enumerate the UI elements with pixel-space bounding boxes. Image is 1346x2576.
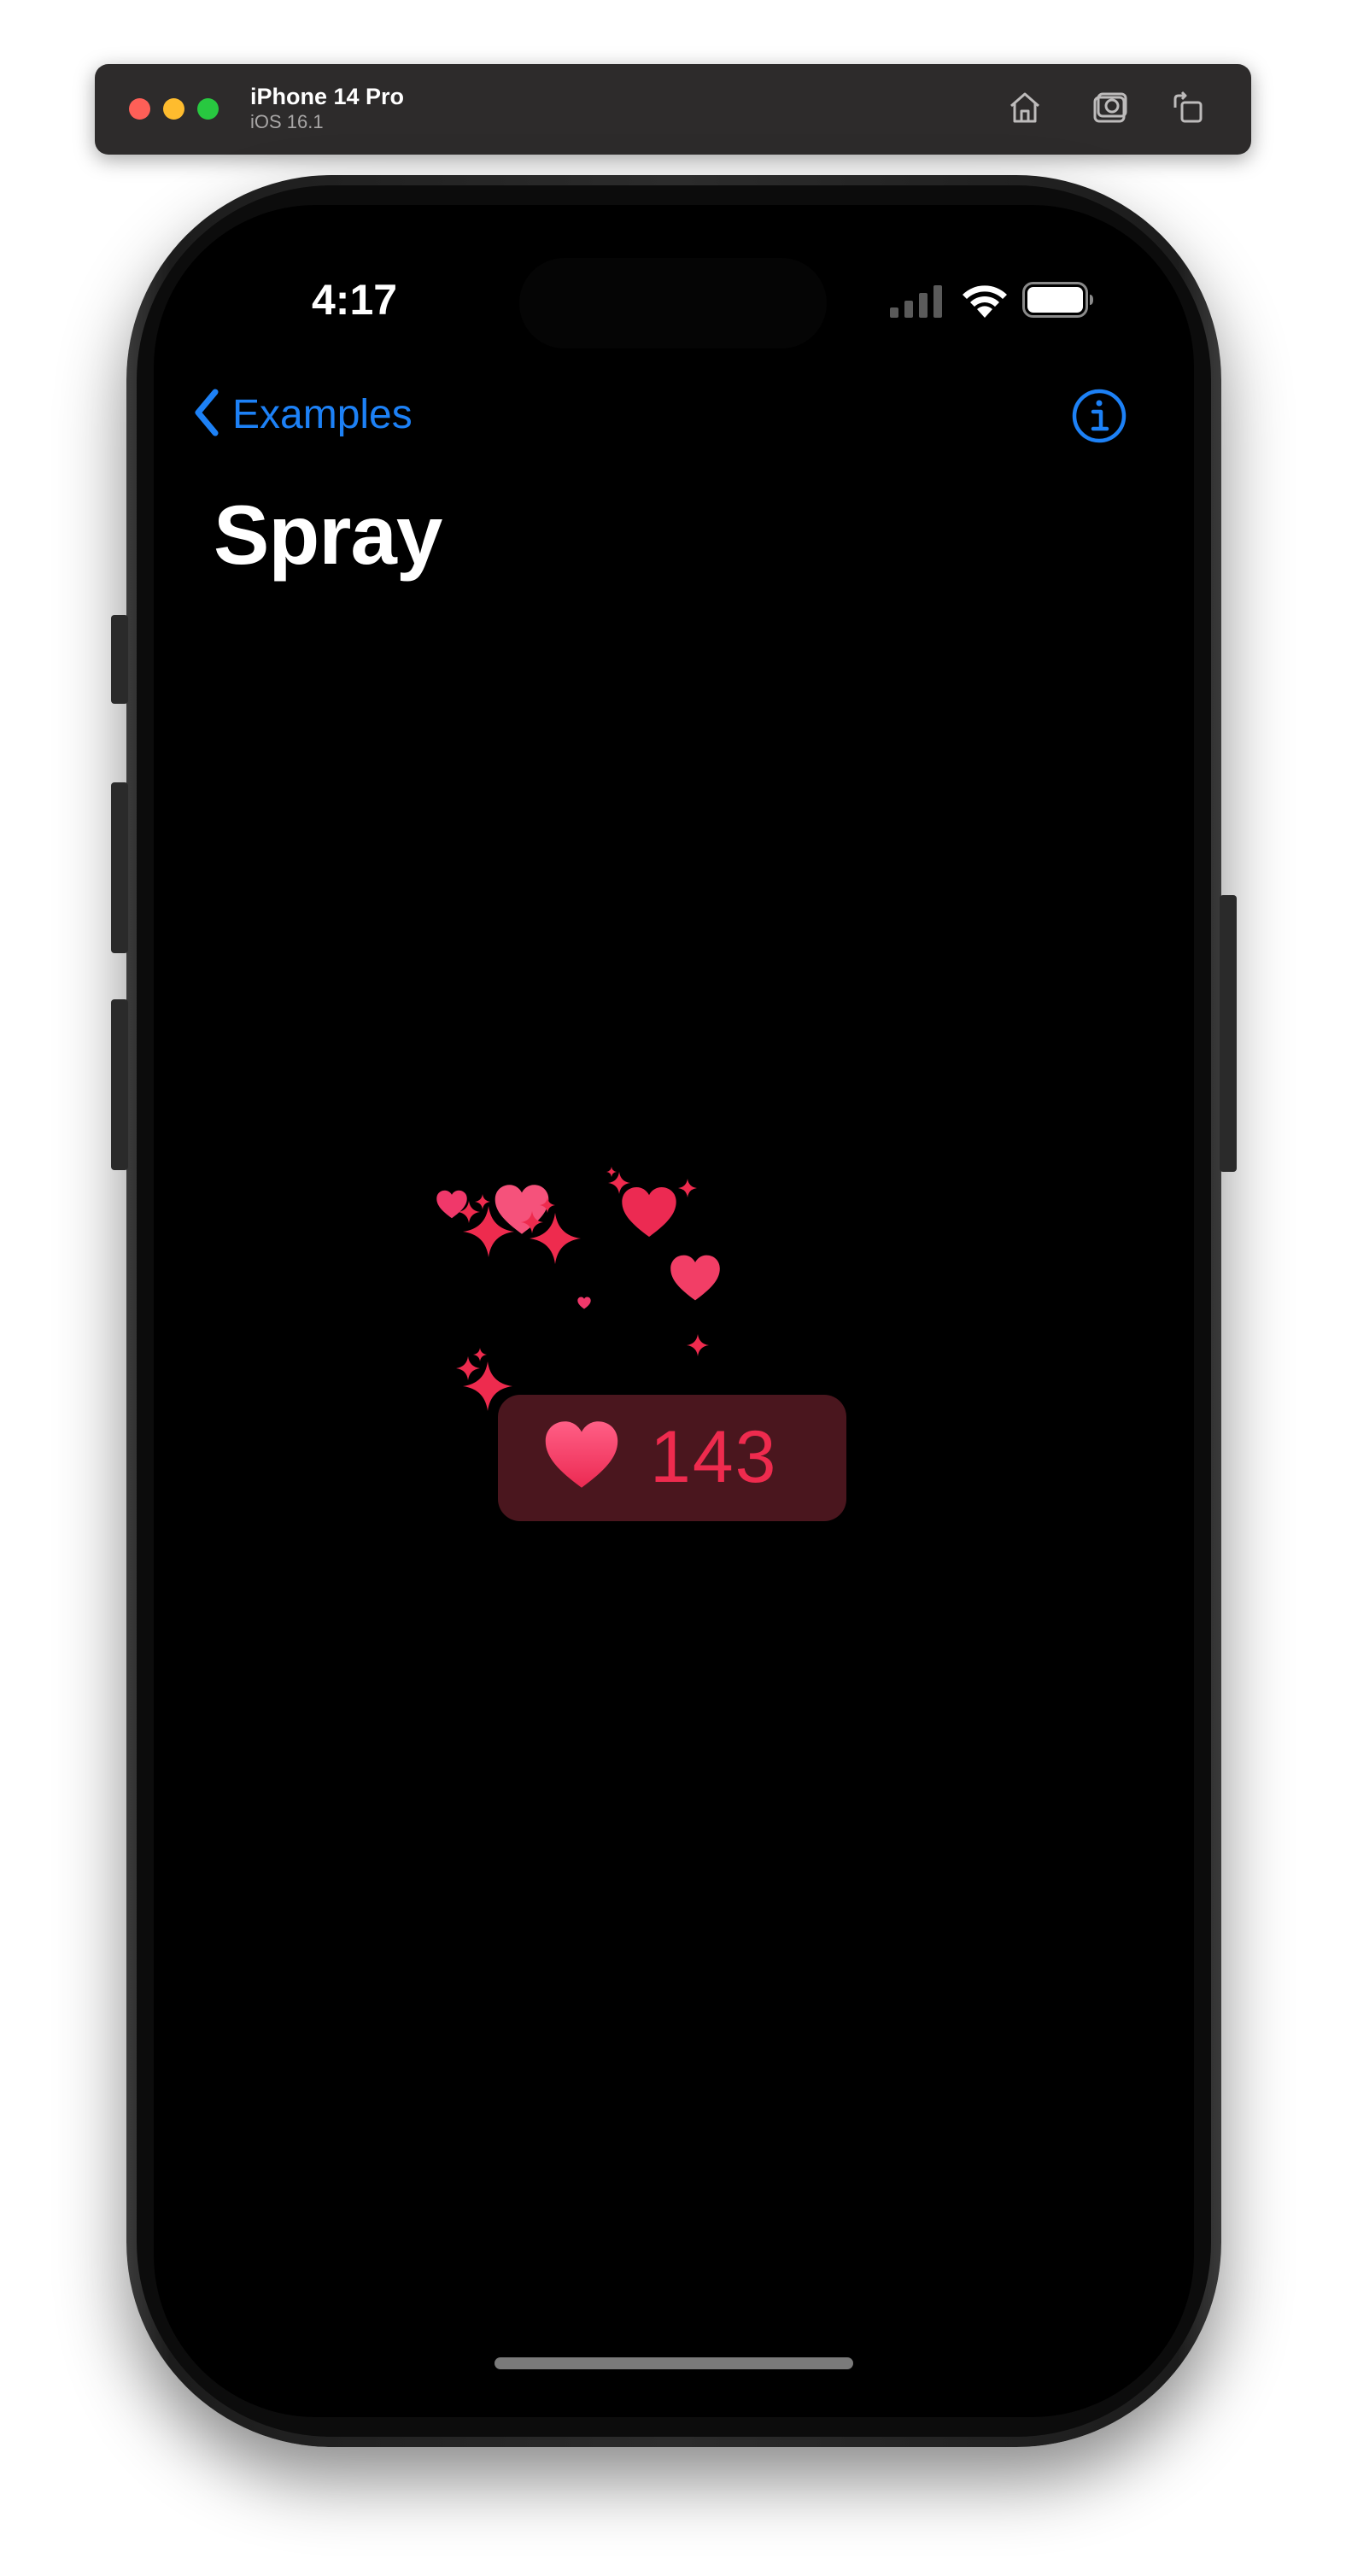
zoom-window-button[interactable] [197, 98, 219, 120]
heart-icon [577, 1297, 591, 1309]
back-button[interactable]: Examples [191, 384, 413, 444]
status-time: 4:17 [312, 276, 398, 324]
info-circle-icon [1071, 389, 1127, 448]
like-count: 143 [650, 1416, 778, 1498]
cellular-signal-icon [890, 284, 943, 318]
rotate-icon[interactable] [1168, 87, 1209, 128]
chevron-left-icon [191, 387, 220, 442]
minimize-window-button[interactable] [163, 98, 184, 120]
like-button[interactable]: 143 [498, 1395, 846, 1521]
screenshot-icon[interactable] [1090, 87, 1131, 128]
page-title: Spray [214, 488, 442, 582]
sparkle-icon [475, 1194, 490, 1209]
device-screen: 4:17 Examples Spray 143 [154, 205, 1194, 2417]
heart-icon [670, 1254, 721, 1302]
sparkle-icon [606, 1167, 617, 1177]
simulator-device-name: iPhone 14 Pro [250, 84, 405, 109]
close-window-button[interactable] [129, 98, 150, 120]
wifi-icon [960, 280, 1010, 318]
back-button-label: Examples [232, 391, 413, 437]
simulator-os-version: iOS 16.1 [250, 111, 324, 132]
simulator-window: iPhone 14 Pro iOS 16.1 4:17 Examples Spr… [0, 0, 1346, 2576]
sparkle-icon [521, 1211, 543, 1233]
dynamic-island [519, 258, 827, 348]
info-button[interactable] [1071, 388, 1127, 444]
home-icon[interactable] [1004, 87, 1045, 128]
volume-down-button [111, 999, 128, 1170]
volume-up-button [111, 782, 128, 953]
home-indicator[interactable] [495, 2357, 853, 2369]
sparkle-icon [540, 1197, 555, 1213]
power-button [1220, 895, 1237, 1172]
mute-switch [111, 615, 128, 704]
heart-icon [544, 1419, 619, 1490]
battery-icon [1022, 282, 1094, 318]
sparkle-icon [687, 1334, 709, 1356]
sparkle-icon [473, 1348, 487, 1361]
sparkle-icon [678, 1179, 697, 1197]
